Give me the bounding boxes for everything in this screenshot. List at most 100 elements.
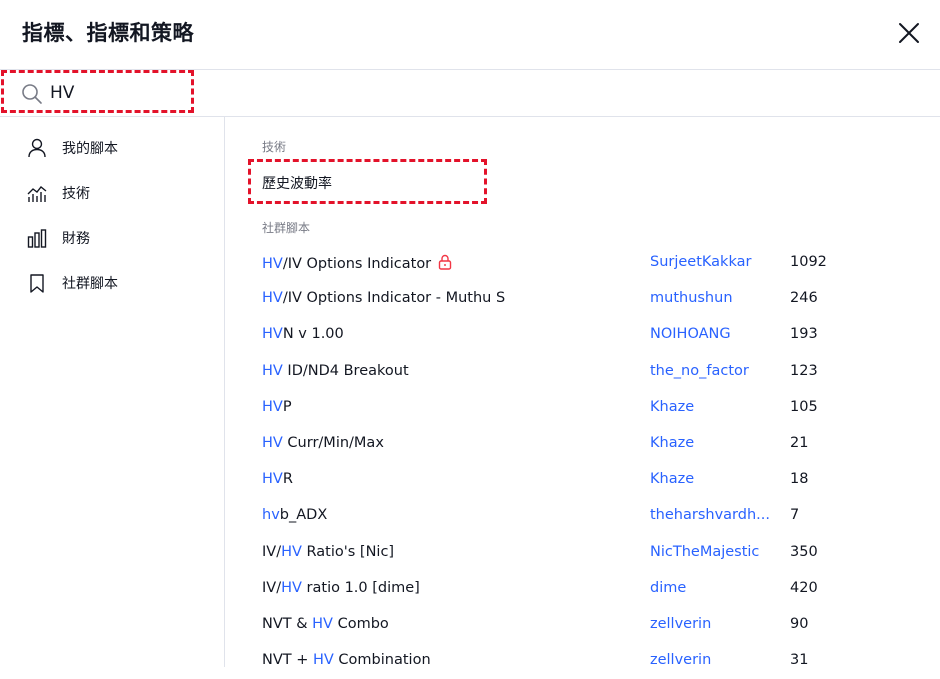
- script-row[interactable]: IV/HV ratio 1.0 [dime] dime 420: [262, 571, 932, 607]
- script-author-link[interactable]: Khaze: [650, 471, 694, 487]
- script-author-link[interactable]: Khaze: [650, 399, 694, 415]
- search-icon: [22, 84, 42, 104]
- script-name: hvb_ADX: [262, 507, 327, 523]
- script-author-link[interactable]: dime: [650, 580, 686, 596]
- script-name-match: HV: [313, 652, 334, 669]
- script-likes-count: 18: [790, 471, 809, 488]
- script-likes-count: 350: [790, 543, 818, 560]
- script-name: IV/HV ratio 1.0 [dime]: [262, 580, 420, 596]
- script-name-match: HV: [262, 398, 283, 415]
- dialog-title: 指標、指標和策略: [22, 21, 194, 45]
- script-name-match: HV: [262, 435, 283, 451]
- script-likes-count: 90: [790, 616, 809, 632]
- search-bar: [0, 71, 940, 117]
- script-row[interactable]: hvb_ADX theharshvardh... 7: [262, 498, 932, 534]
- script-author-link[interactable]: NicTheMajestic: [650, 544, 759, 560]
- script-name-prefix: NVT &: [262, 616, 313, 632]
- script-author-link[interactable]: zellverin: [650, 652, 711, 668]
- script-name-match: HV: [262, 326, 283, 343]
- script-likes-count: 123: [790, 362, 818, 379]
- script-name: NVT + HV Combination: [262, 652, 431, 668]
- script-row[interactable]: IV/HV Ratio's [Nic] NicTheMajestic 350: [262, 535, 932, 571]
- sidebar: 我的腳本 技術 財務 社群腳本: [0, 117, 225, 667]
- script-likes-count: 21: [790, 435, 809, 451]
- script-name-suffix: b_ADX: [279, 507, 328, 524]
- script-name: HV ID/ND4 Breakout: [262, 363, 409, 379]
- lock-icon: [438, 254, 452, 270]
- script-author-link[interactable]: theharshvardh...: [650, 507, 770, 523]
- script-author-link[interactable]: Khaze: [650, 435, 694, 451]
- script-name: HVN v 1.00: [262, 326, 344, 342]
- sidebar-item-label: 技術: [62, 186, 90, 202]
- script-name-suffix: ID/ND4 Breakout: [282, 362, 409, 379]
- script-row[interactable]: NVT & HV Combo zellverin 90: [262, 607, 932, 643]
- script-author-link[interactable]: zellverin: [650, 616, 711, 632]
- script-likes-count: 105: [790, 398, 818, 415]
- script-row[interactable]: HV/IV Options Indicator SurjeetKakkar 1092: [262, 245, 932, 281]
- script-name-match: HV: [262, 290, 283, 307]
- script-row[interactable]: NVT + HV Combination zellverin 31: [262, 643, 932, 679]
- script-name-prefix: IV/: [262, 579, 282, 596]
- technical-chart-icon: [27, 186, 47, 202]
- script-name-suffix: Ratio's [Nic]: [301, 543, 395, 560]
- script-likes-count: 246: [790, 290, 818, 307]
- script-name-suffix: /IV Options Indicator: [282, 256, 432, 272]
- script-likes-count: 1092: [790, 254, 827, 270]
- sidebar-item-community-scripts[interactable]: 社群腳本: [0, 263, 224, 303]
- script-name-suffix: Combination: [333, 652, 431, 669]
- search-input[interactable]: [50, 80, 650, 106]
- script-likes-count: 193: [790, 326, 818, 343]
- script-author-link[interactable]: muthushun: [650, 290, 733, 306]
- results-panel: 技術 歷史波動率 社群腳本 HV/IV Options Indicator Sur…: [226, 117, 940, 668]
- sidebar-item-label: 財務: [62, 231, 90, 247]
- script-author-link[interactable]: the_no_factor: [650, 363, 749, 379]
- script-author-link[interactable]: NOIHOANG: [650, 326, 731, 342]
- section-label-community: 社群腳本: [262, 221, 311, 235]
- script-name-suffix: P: [282, 398, 292, 415]
- section-label-technical: 技術: [262, 140, 287, 154]
- sidebar-item-financials[interactable]: 財務: [0, 218, 224, 258]
- dialog-header: 指標、指標和策略: [0, 0, 940, 70]
- script-name: NVT & HV Combo: [262, 616, 389, 632]
- script-name-match: HV: [262, 471, 283, 488]
- bookmark-icon: [30, 274, 44, 293]
- sidebar-item-label: 社群腳本: [62, 276, 118, 292]
- script-row[interactable]: HVN v 1.00 NOIHOANG 193: [262, 317, 932, 353]
- script-name: HV Curr/Min/Max: [262, 435, 384, 451]
- sidebar-item-my-scripts[interactable]: 我的腳本: [0, 128, 224, 168]
- script-likes-count: 31: [790, 652, 809, 669]
- script-name-match: HV: [262, 256, 283, 272]
- script-name-suffix: ratio 1.0 [dime]: [301, 579, 420, 596]
- script-name-match: hv: [262, 507, 280, 524]
- financials-bar-icon: [27, 229, 47, 248]
- script-name: HV/IV Options Indicator: [262, 254, 452, 272]
- close-icon[interactable]: [894, 18, 924, 48]
- builtin-indicator-historical-volatility[interactable]: 歷史波動率: [262, 173, 332, 193]
- script-name-suffix: Curr/Min/Max: [282, 435, 384, 451]
- script-name-suffix: R: [282, 471, 293, 488]
- script-name-suffix: N v 1.00: [282, 326, 344, 343]
- script-name-prefix: IV/: [262, 543, 282, 560]
- script-name-match: HV: [262, 362, 283, 379]
- script-name-match: HV: [312, 616, 333, 632]
- script-name-match: HV: [281, 543, 302, 560]
- script-name: IV/HV Ratio's [Nic]: [262, 544, 394, 560]
- script-author-link[interactable]: SurjeetKakkar: [650, 254, 751, 270]
- script-name-suffix: /IV Options Indicator - Muthu S: [282, 290, 506, 307]
- script-likes-count: 420: [790, 579, 818, 596]
- script-name-match: HV: [281, 579, 302, 596]
- script-name-suffix: Combo: [332, 616, 389, 632]
- sidebar-item-technical[interactable]: 技術: [0, 173, 224, 213]
- close-button[interactable]: [894, 18, 924, 48]
- script-row[interactable]: HVR Khaze 18: [262, 462, 932, 498]
- script-row[interactable]: HV ID/ND4 Breakout the_no_factor 123: [262, 354, 932, 390]
- script-name: HVP: [262, 399, 292, 415]
- script-name-prefix: NVT +: [262, 652, 313, 669]
- script-row[interactable]: HVP Khaze 105: [262, 390, 932, 426]
- script-name: HV/IV Options Indicator - Muthu S: [262, 290, 505, 306]
- script-likes-count: 7: [790, 507, 800, 524]
- sidebar-item-label: 我的腳本: [62, 141, 118, 157]
- script-row[interactable]: HV/IV Options Indicator - Muthu S muthush…: [262, 281, 932, 317]
- script-row[interactable]: HV Curr/Min/Max Khaze 21: [262, 426, 932, 462]
- user-icon: [28, 138, 46, 158]
